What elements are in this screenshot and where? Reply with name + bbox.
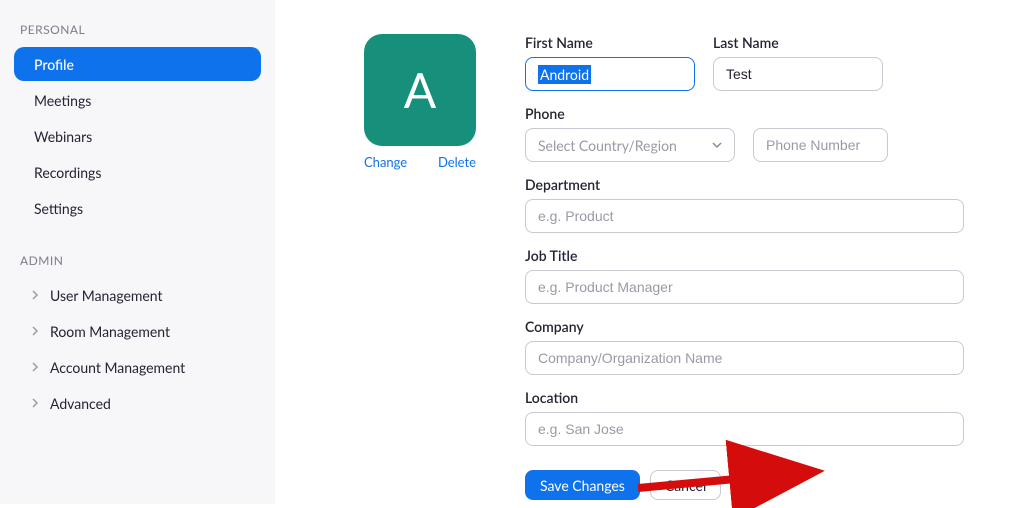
location-label: Location — [525, 389, 964, 406]
cancel-button[interactable]: Cancel — [650, 470, 721, 500]
first-name-field[interactable]: Android — [525, 57, 695, 91]
chevron-right-icon — [28, 326, 42, 336]
sidebar-item-user-management[interactable]: User Management — [14, 278, 261, 312]
sidebar-item-label: Recordings — [34, 164, 101, 181]
department-field[interactable] — [525, 199, 964, 233]
main-content: A Change Delete First Name Android — [275, 0, 1024, 504]
chevron-right-icon — [28, 398, 42, 408]
save-changes-button[interactable]: Save Changes — [525, 470, 640, 500]
sidebar: PERSONAL Profile Meetings Webinars Recor… — [0, 0, 275, 504]
phone-label: Phone — [525, 105, 964, 122]
sidebar-item-label: Webinars — [34, 128, 92, 145]
location-field[interactable] — [525, 412, 964, 446]
last-name-field[interactable] — [713, 57, 883, 91]
chevron-down-icon — [712, 142, 722, 149]
avatar-delete-link[interactable]: Delete — [438, 154, 476, 170]
sidebar-item-meetings[interactable]: Meetings — [14, 83, 261, 117]
sidebar-admin-title: ADMIN — [20, 253, 261, 268]
first-name-value: Android — [538, 65, 591, 84]
sidebar-item-settings[interactable]: Settings — [14, 191, 261, 225]
chevron-right-icon — [28, 290, 42, 300]
sidebar-personal-title: PERSONAL — [20, 22, 261, 37]
phone-country-select[interactable]: Select Country/Region — [525, 128, 735, 162]
sidebar-item-advanced[interactable]: Advanced — [14, 386, 261, 420]
phone-country-placeholder: Select Country/Region — [538, 137, 677, 154]
sidebar-item-label: Room Management — [50, 323, 170, 340]
phone-number-field[interactable] — [753, 128, 888, 162]
chevron-right-icon — [28, 362, 42, 372]
department-label: Department — [525, 176, 964, 193]
avatar-initial: A — [404, 62, 437, 119]
company-field[interactable] — [525, 341, 964, 375]
sidebar-item-label: Settings — [34, 200, 83, 217]
company-label: Company — [525, 318, 964, 335]
avatar[interactable]: A — [364, 34, 476, 146]
sidebar-item-label: User Management — [50, 287, 163, 304]
first-name-label: First Name — [525, 34, 695, 51]
sidebar-item-room-management[interactable]: Room Management — [14, 314, 261, 348]
sidebar-item-label: Meetings — [34, 92, 91, 109]
job-title-label: Job Title — [525, 247, 964, 264]
sidebar-item-label: Account Management — [50, 359, 185, 376]
last-name-label: Last Name — [713, 34, 883, 51]
sidebar-item-account-management[interactable]: Account Management — [14, 350, 261, 384]
sidebar-item-profile[interactable]: Profile — [14, 47, 261, 81]
sidebar-item-webinars[interactable]: Webinars — [14, 119, 261, 153]
sidebar-item-label: Advanced — [50, 395, 111, 412]
sidebar-item-label: Profile — [34, 56, 74, 73]
sidebar-admin-group: ADMIN User Management Room Management Ac… — [14, 253, 261, 420]
sidebar-item-recordings[interactable]: Recordings — [14, 155, 261, 189]
job-title-field[interactable] — [525, 270, 964, 304]
sidebar-personal-group: PERSONAL Profile Meetings Webinars Recor… — [14, 22, 261, 225]
avatar-change-link[interactable]: Change — [364, 154, 407, 170]
